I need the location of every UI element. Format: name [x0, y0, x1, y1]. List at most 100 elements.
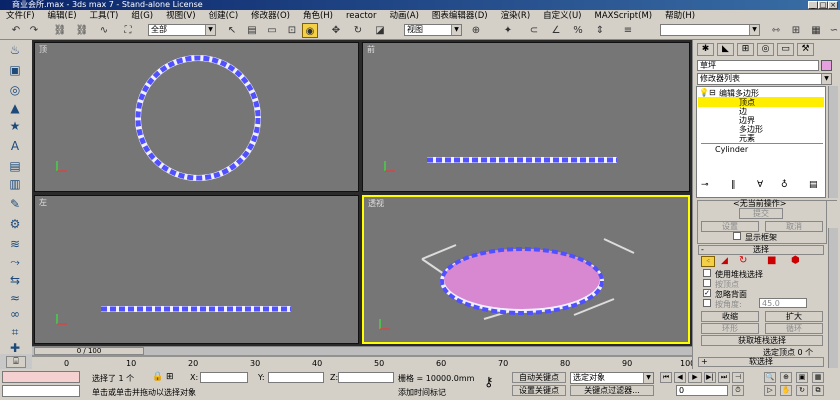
- select-object-icon[interactable]: ⛶: [120, 23, 136, 38]
- remove-modifier-icon[interactable]: ♁: [781, 180, 788, 190]
- menu-create[interactable]: 创建(C): [203, 10, 239, 22]
- pivot-icon[interactable]: ⊕: [468, 23, 484, 38]
- current-frame-field[interactable]: 0: [676, 385, 728, 396]
- menu-group[interactable]: 组(G): [125, 10, 153, 22]
- key-filters-button[interactable]: 关键点过滤器...: [570, 385, 654, 396]
- bind-spacewarp-icon[interactable]: ∿: [96, 23, 112, 38]
- minimize-button[interactable]: _: [808, 1, 818, 9]
- soft-selection-rollout-header[interactable]: + 软选择: [698, 357, 824, 367]
- collapse-icon[interactable]: ⊟: [709, 88, 716, 97]
- link-chain-icon[interactable]: ∞: [6, 306, 24, 322]
- hierarchy-tab-icon[interactable]: ⊞: [737, 43, 754, 56]
- key-mode-icon[interactable]: ⊣: [732, 372, 744, 383]
- maxscript-listener[interactable]: [2, 371, 80, 383]
- viewport-left[interactable]: 左: [34, 195, 359, 344]
- viewport-top[interactable]: 顶: [34, 42, 359, 192]
- absolute-mode-icon[interactable]: ⊞: [166, 372, 174, 382]
- edge-mode-icon[interactable]: ◢: [721, 256, 728, 266]
- pin-stack-icon[interactable]: ⊸: [701, 180, 709, 190]
- ripple-icon[interactable]: ≈: [6, 290, 24, 306]
- select-move-icon[interactable]: ◉: [302, 23, 318, 38]
- selection-filter-dropdown[interactable]: 全部 ▼: [148, 24, 216, 36]
- goto-start-icon[interactable]: ⏮: [660, 372, 672, 383]
- ignore-backfacing-checkbox[interactable]: ✓: [703, 289, 711, 297]
- time-config-icon[interactable]: ⏱: [732, 385, 744, 396]
- get-stack-selection-button[interactable]: 获取堆栈选择: [701, 335, 823, 346]
- object-name-field[interactable]: 草坪: [697, 60, 819, 71]
- shrink-button[interactable]: 收缩: [701, 311, 759, 322]
- arc-rotate-icon[interactable]: ↻: [796, 385, 808, 396]
- viewport-perspective[interactable]: 透视: [362, 195, 690, 344]
- pin-icon[interactable]: ✚: [6, 340, 24, 356]
- modifier-list-dropdown[interactable]: 修改器列表 ▼: [697, 73, 832, 85]
- cone-icon[interactable]: ▲: [6, 100, 24, 116]
- add-time-tag-button[interactable]: 添加时间标记: [398, 387, 446, 398]
- menu-modifiers[interactable]: 修改器(O): [245, 10, 290, 22]
- show-cage-checkbox[interactable]: [733, 232, 741, 240]
- scale-icon[interactable]: ◪: [372, 23, 388, 38]
- menu-character[interactable]: 角色(H): [297, 10, 333, 22]
- sphere-icon[interactable]: ◎: [6, 82, 24, 98]
- named-selection-dropdown[interactable]: ▼: [660, 24, 760, 36]
- menu-maxscript[interactable]: MAXScript(M): [589, 10, 653, 22]
- track-bar[interactable]: 0 10 20 30 40 50 60 70 80 90 100: [32, 355, 695, 369]
- modify-tab-icon[interactable]: ◣: [717, 43, 734, 56]
- percent-snap-icon[interactable]: %: [570, 23, 586, 38]
- menu-help[interactable]: 帮助(H): [659, 10, 695, 22]
- unlink-icon[interactable]: ⛓: [74, 23, 90, 38]
- manipulate-icon[interactable]: ✦: [500, 23, 516, 38]
- utilities-tab-icon[interactable]: ⚒: [797, 43, 814, 56]
- z-coordinate-field[interactable]: [338, 372, 394, 383]
- ring-button[interactable]: 环形: [701, 323, 759, 334]
- create-tab-icon[interactable]: ✱: [697, 43, 714, 56]
- set-key-button[interactable]: 设置关键点: [512, 385, 566, 396]
- text-icon[interactable]: A: [6, 138, 24, 154]
- window-crossing-icon[interactable]: ⊡: [284, 23, 300, 38]
- angle-snap-icon[interactable]: ∠: [548, 23, 564, 38]
- play-icon[interactable]: ▶: [688, 372, 702, 383]
- reference-coord-dropdown[interactable]: 视图 ▼: [404, 24, 462, 36]
- maxscript-mini[interactable]: [2, 385, 80, 397]
- by-vertex-checkbox[interactable]: [703, 279, 711, 287]
- display-tab-icon[interactable]: ▭: [777, 43, 794, 56]
- panel-scrollbar[interactable]: [828, 228, 838, 368]
- selection-rollout-header[interactable]: - 选择: [698, 245, 824, 255]
- show-end-result-icon[interactable]: ‖: [731, 180, 736, 190]
- rotate-icon[interactable]: ↻: [350, 23, 366, 38]
- select-icon[interactable]: ↖: [224, 23, 240, 38]
- cylinder-icon[interactable]: ▥: [6, 176, 24, 192]
- wave-icon[interactable]: ≋: [6, 236, 24, 252]
- named-selection-icon[interactable]: ≡: [620, 23, 636, 38]
- undo-icon[interactable]: ↶: [8, 23, 24, 38]
- settings-button[interactable]: 设置: [701, 221, 759, 232]
- pan-icon[interactable]: ✋: [780, 385, 792, 396]
- bulb-icon[interactable]: 💡: [699, 88, 709, 97]
- x-coordinate-field[interactable]: [200, 372, 248, 383]
- mirror-icon[interactable]: ⇿: [768, 23, 784, 38]
- star-icon[interactable]: ★: [6, 118, 24, 134]
- angle-field[interactable]: 45.0: [759, 298, 807, 308]
- y-coordinate-field[interactable]: [268, 372, 324, 383]
- polygon-mode-icon[interactable]: ■: [767, 255, 776, 266]
- object-color-swatch[interactable]: [821, 60, 832, 71]
- key-icon[interactable]: ⚷: [484, 375, 494, 390]
- time-slider[interactable]: 0 / 100: [32, 346, 692, 355]
- bend-icon[interactable]: ⤳: [6, 254, 24, 270]
- lattice-icon[interactable]: ⌗: [6, 324, 24, 340]
- curve-editor-icon[interactable]: ∽: [826, 23, 840, 38]
- menu-reactor[interactable]: reactor: [340, 10, 376, 22]
- auto-key-button[interactable]: 自动关键点: [512, 372, 566, 383]
- vertex-mode-icon[interactable]: ⁖: [701, 256, 715, 267]
- grow-button[interactable]: 扩大: [765, 311, 823, 322]
- teapot-icon[interactable]: ♨: [6, 42, 24, 58]
- menu-views[interactable]: 视图(V): [160, 10, 195, 22]
- menu-customize[interactable]: 自定义(U): [537, 10, 581, 22]
- border-mode-icon[interactable]: ↻: [739, 255, 747, 266]
- motion-tab-icon[interactable]: ◎: [757, 43, 774, 56]
- stack-scrollbar[interactable]: [828, 86, 838, 198]
- lock-icon[interactable]: 🔒: [152, 372, 163, 382]
- stack-icon[interactable]: ▤: [6, 158, 24, 174]
- select-by-name-icon[interactable]: ▤: [244, 23, 260, 38]
- rect-selection-icon[interactable]: ▭: [264, 23, 280, 38]
- loop-button[interactable]: 循环: [765, 323, 823, 334]
